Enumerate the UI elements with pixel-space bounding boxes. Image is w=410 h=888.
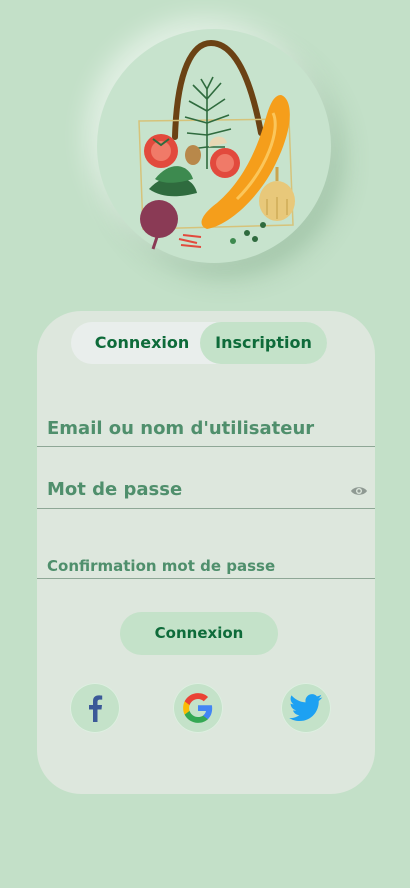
confirm-password-field-underline bbox=[37, 578, 375, 579]
password-field-label: Mot de passe bbox=[47, 479, 183, 500]
google-button[interactable] bbox=[173, 683, 223, 733]
password-field[interactable]: Mot de passe bbox=[37, 475, 375, 509]
facebook-button[interactable] bbox=[70, 683, 120, 733]
google-icon bbox=[183, 693, 213, 723]
email-field-label: Email ou nom d'utilisateur bbox=[47, 418, 315, 439]
tab-signup[interactable]: Inscription bbox=[200, 322, 327, 364]
login-button[interactable]: Connexion bbox=[120, 612, 278, 655]
eye-icon[interactable] bbox=[350, 485, 368, 497]
email-field[interactable]: Email ou nom d'utilisateur bbox=[37, 413, 375, 447]
auth-card: Connexion Inscription Email ou nom d'uti… bbox=[37, 311, 375, 794]
tab-login[interactable]: Connexion bbox=[71, 322, 213, 364]
email-field-underline bbox=[37, 446, 375, 447]
twitter-icon bbox=[289, 694, 323, 722]
vegetable-bag-illustration bbox=[138, 39, 295, 250]
password-field-underline bbox=[37, 508, 375, 509]
auth-tabs: Connexion Inscription bbox=[71, 322, 327, 364]
twitter-button[interactable] bbox=[281, 683, 331, 733]
facebook-icon bbox=[89, 695, 103, 722]
app-logo bbox=[97, 29, 331, 263]
confirm-password-field[interactable]: Confirmation mot de passe bbox=[37, 551, 375, 579]
confirm-password-field-label: Confirmation mot de passe bbox=[47, 557, 276, 575]
